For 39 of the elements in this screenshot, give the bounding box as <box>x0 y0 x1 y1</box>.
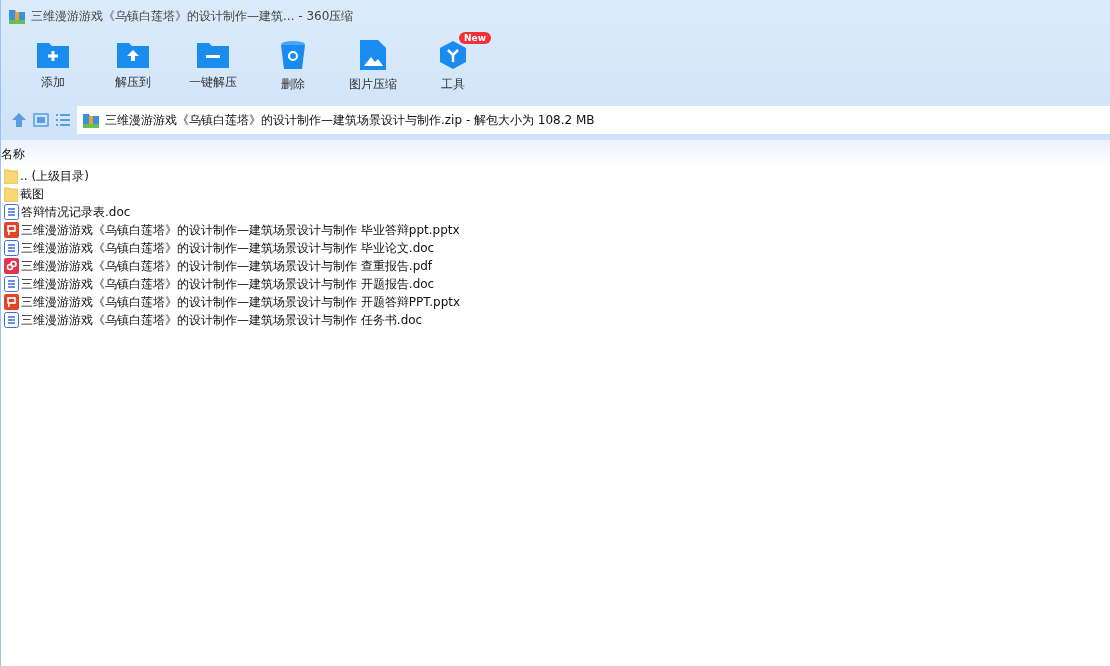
toolbar-button[interactable]: 图片压缩 <box>333 32 413 102</box>
toolbar-button[interactable]: New 工具 <box>413 32 493 102</box>
file-name[interactable]: 三维漫游游戏《乌镇白莲塔》的设计制作—建筑场景设计与制作 毕业答辩ppt.pptx <box>21 221 460 239</box>
up-arrow-icon[interactable] <box>11 112 27 128</box>
image-file-icon <box>360 40 386 70</box>
folder-plus-icon <box>37 40 69 68</box>
folder-icon <box>4 168 18 184</box>
window-title: 三维漫游游戏《乌镇白莲塔》的设计制作—建筑... - 360压缩 <box>31 7 354 25</box>
file-name[interactable]: 三维漫游游戏《乌镇白莲塔》的设计制作—建筑场景设计与制作 查重报告.pdf <box>21 257 433 275</box>
file-name[interactable]: 三维漫游游戏《乌镇白莲塔》的设计制作—建筑场景设计与制作 毕业论文.doc <box>21 239 435 257</box>
presentation-icon <box>4 222 19 238</box>
folder-upload-icon <box>117 40 149 68</box>
presentation-icon <box>4 294 19 310</box>
toolbar-button[interactable]: 一键解压 <box>173 32 253 102</box>
toolbar-button[interactable]: 解压到 <box>93 32 173 102</box>
recycle-bin-icon <box>280 40 306 70</box>
pdf-icon <box>4 258 19 274</box>
address-bar[interactable]: 三维漫游游戏《乌镇白莲塔》的设计制作—建筑场景设计与制作.zip - 解包大小为 108.2 MB <box>77 106 1110 134</box>
file-name[interactable]: 三维漫游游戏《乌镇白莲塔》的设计制作—建筑场景设计与制作 开题报告.doc <box>21 275 435 293</box>
file-name[interactable]: 三维漫游游戏《乌镇白莲塔》的设计制作—建筑场景设计与制作 任务书.doc <box>21 311 423 329</box>
address-text: 三维漫游游戏《乌镇白莲塔》的设计制作—建筑场景设计与制作.zip - 解包大小为 108.2 MB <box>105 111 595 129</box>
file-name[interactable]: 三维漫游游戏《乌镇白莲塔》的设计制作—建筑场景设计与制作 开题答辩PPT.pptx <box>21 293 461 311</box>
panel-view-icon[interactable] <box>33 112 49 128</box>
file-name[interactable]: 答辩情况记录表.doc <box>21 203 131 221</box>
hexagon-tool-icon <box>438 40 468 70</box>
toolbar-button[interactable]: 添加 <box>13 32 93 102</box>
word-document-icon <box>4 240 19 256</box>
archive-icon <box>9 8 25 24</box>
folder-minus-icon <box>197 40 229 68</box>
word-document-icon <box>4 276 19 292</box>
archive-icon <box>83 112 99 128</box>
folder-icon <box>4 186 18 202</box>
file-name[interactable]: 截图 <box>20 185 44 203</box>
new-badge: New <box>459 32 491 44</box>
word-document-icon <box>4 312 19 328</box>
toolbar-button[interactable]: 删除 <box>253 32 333 102</box>
list-view-icon[interactable] <box>55 112 71 128</box>
word-document-icon <box>4 204 19 220</box>
file-name[interactable]: .. (上级目录) <box>20 167 89 185</box>
